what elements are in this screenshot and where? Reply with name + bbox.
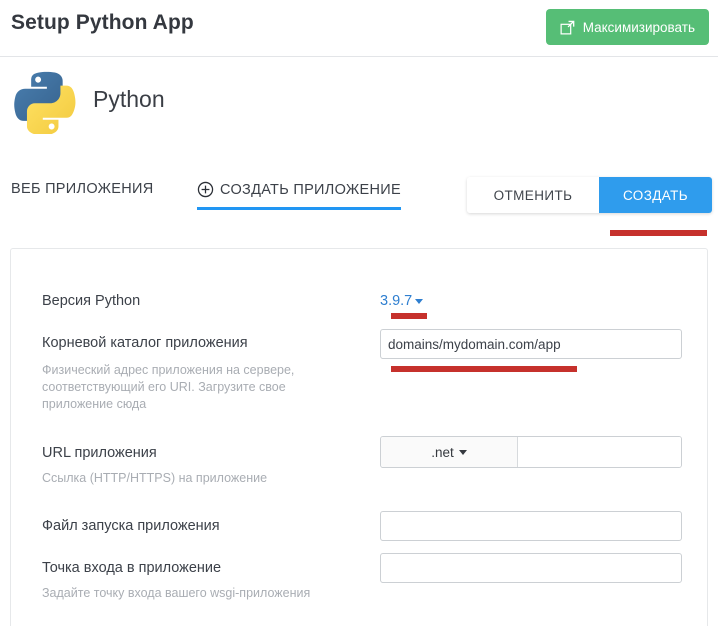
- tab-active-underline: [197, 207, 401, 210]
- tabs-and-actions-row: ВЕБ ПРИЛОЖЕНИЯ СОЗДАТЬ ПРИЛОЖЕНИЕ ОТМЕНИ…: [0, 169, 718, 231]
- highlight-bar-python-version: [391, 313, 427, 319]
- tab-web-applications[interactable]: ВЕБ ПРИЛОЖЕНИЯ: [11, 181, 154, 209]
- tab-web-applications-label: ВЕБ ПРИЛОЖЕНИЯ: [11, 181, 154, 197]
- application-url-group: .net: [380, 436, 682, 468]
- chevron-down-icon: [459, 450, 467, 455]
- field-root-directory-label: Корневой каталог приложения: [42, 335, 248, 351]
- startup-file-input[interactable]: [380, 511, 682, 541]
- tab-create-application-label: СОЗДАТЬ ПРИЛОЖЕНИЕ: [220, 182, 401, 198]
- root-directory-input[interactable]: [380, 329, 682, 359]
- application-url-input[interactable]: [518, 437, 682, 467]
- field-entry-point-help: Задайте точку входа вашего wsgi-приложен…: [42, 585, 342, 602]
- field-startup-file-label: Файл запуска приложения: [42, 518, 220, 534]
- product-header: Python: [0, 57, 718, 169]
- field-application-url-help: Ссылка (HTTP/HTTPS) на приложение: [42, 470, 342, 487]
- field-python-version-label: Версия Python: [42, 293, 140, 309]
- maximize-arrow-icon: [560, 20, 575, 35]
- field-application-url-label: URL приложения: [42, 445, 157, 461]
- setup-form-card: Версия Python 3.9.7 Корневой каталог при…: [10, 248, 708, 626]
- form-action-buttons: ОТМЕНИТЬ СОЗДАТЬ: [467, 177, 712, 213]
- cancel-button[interactable]: ОТМЕНИТЬ: [467, 177, 599, 213]
- maximize-button-label: Максимизировать: [583, 20, 695, 35]
- create-button[interactable]: СОЗДАТЬ: [599, 177, 712, 213]
- entry-point-input[interactable]: [380, 553, 682, 583]
- plus-circle-icon: [197, 181, 214, 198]
- highlight-bar-root-directory: [391, 366, 577, 372]
- field-entry-point-label: Точка входа в приложение: [42, 560, 221, 576]
- tab-create-application[interactable]: СОЗДАТЬ ПРИЛОЖЕНИЕ: [197, 181, 401, 210]
- page-title: Setup Python App: [11, 11, 194, 35]
- domain-select[interactable]: .net: [381, 437, 518, 467]
- product-name: Python: [93, 86, 165, 113]
- maximize-button[interactable]: Максимизировать: [546, 9, 709, 45]
- python-logo-icon: [14, 68, 80, 134]
- top-header-bar: Setup Python App Максимизировать: [0, 0, 718, 57]
- field-root-directory-help: Физический адрес приложения на сервере, …: [42, 362, 342, 413]
- domain-select-value: .net: [431, 445, 454, 460]
- python-version-select[interactable]: 3.9.7: [380, 293, 423, 309]
- chevron-down-icon: [415, 299, 423, 304]
- python-version-value: 3.9.7: [380, 293, 412, 309]
- highlight-bar-create-button: [610, 230, 707, 236]
